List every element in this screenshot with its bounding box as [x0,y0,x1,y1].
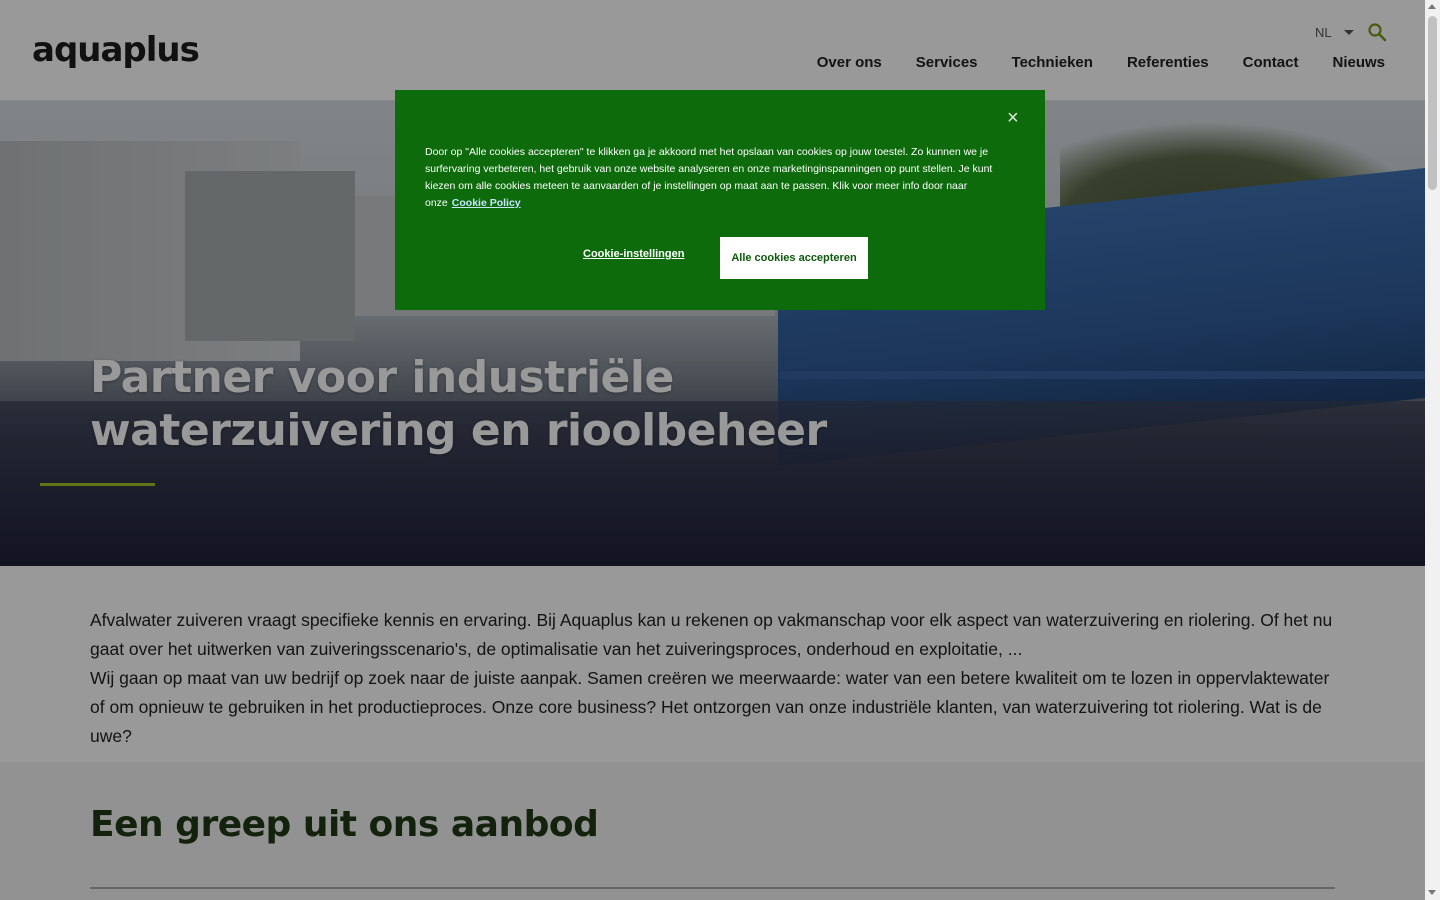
accept-all-cookies-button[interactable]: Alle cookies accepteren [720,237,868,279]
cookie-settings-button[interactable]: Cookie-instellingen [583,248,684,260]
scrollbar-thumb[interactable] [1428,16,1437,190]
page-scrollbar[interactable] [1425,0,1440,900]
scroll-down-arrow-icon[interactable] [1428,890,1436,895]
close-icon[interactable]: × [1007,108,1019,128]
cookie-consent-dialog: × Door op "Alle cookies accepteren" te k… [395,90,1045,310]
cookie-description: Door op "Alle cookies accepteren" te kli… [425,144,1010,212]
scroll-up-arrow-icon[interactable] [1428,4,1436,9]
cookie-policy-link[interactable]: Cookie Policy [452,197,521,209]
